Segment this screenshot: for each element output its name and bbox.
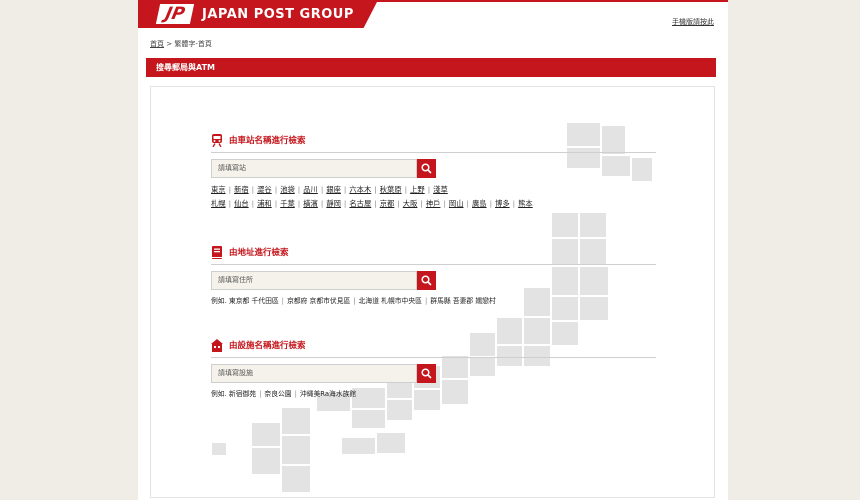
station-link[interactable]: 六本木 bbox=[349, 185, 371, 194]
page: JP JAPAN POST GROUP 手機版請按此 首頁 > 繁體字-首頁 搜… bbox=[138, 0, 728, 500]
separator: | bbox=[427, 185, 431, 194]
separator: | bbox=[374, 199, 377, 208]
station-link[interactable]: 札幌 bbox=[211, 199, 226, 208]
separator: | bbox=[228, 185, 232, 194]
separator: | bbox=[466, 199, 469, 208]
facility-example: 奈良公園 bbox=[264, 390, 292, 398]
address-example: 北海道 札幌市中央區 bbox=[358, 297, 422, 305]
separator: | bbox=[297, 199, 301, 208]
breadcrumb-current: 繁體字-首頁 bbox=[174, 40, 212, 48]
breadcrumb-home[interactable]: 首頁 bbox=[150, 40, 164, 48]
station-link[interactable]: 橫濱 bbox=[303, 199, 318, 208]
search-icon bbox=[421, 163, 432, 174]
station-link[interactable]: 名古屋 bbox=[349, 199, 371, 208]
station-links: 東京 | 新宿 | 澀谷 | 池袋 | 品川 | 銀座 | 六本木 | 秋葉原 | 上野 | 淺草 札幌 | 仙台 | 浦和… bbox=[211, 183, 656, 211]
example-prefix: 例如. bbox=[211, 297, 229, 305]
address-search-input[interactable]: 請填寫住所 bbox=[211, 271, 417, 290]
search-panel: 由車站名稱進行檢索 請填寫站 東京 | 新宿 | 澀谷 | 池袋 | 品川 | 銀座 | 六本木 | 秋葉原… bbox=[150, 86, 715, 498]
station-link[interactable]: 淺草 bbox=[433, 185, 448, 194]
address-examples: 例如. 東京都 千代田區 | 京都府 京都市伏見區 | 北海道 札幌市中央區 | 群馬縣 吾… bbox=[211, 295, 656, 305]
search-icon bbox=[421, 368, 432, 379]
breadcrumb: 首頁 > 繁體字-首頁 bbox=[150, 39, 212, 49]
station-links-row2: 札幌 | 仙台 | 浦和 | 千葉 | 橫濱 | 靜岡 | 名古屋 | 京都 | 大阪 | 神戶 | 岡山 | 廣島 | 博多 |… bbox=[211, 197, 656, 211]
station-link[interactable]: 浦和 bbox=[257, 199, 272, 208]
mobile-version-link[interactable]: 手機版請按此 bbox=[672, 17, 714, 27]
station-link[interactable]: 上野 bbox=[410, 185, 425, 194]
station-link[interactable]: 京都 bbox=[380, 199, 395, 208]
separator: | bbox=[404, 185, 408, 194]
divider bbox=[211, 357, 656, 358]
separator: | bbox=[281, 297, 284, 305]
book-icon bbox=[212, 245, 222, 259]
station-search-button[interactable] bbox=[417, 159, 436, 178]
station-link[interactable]: 銀座 bbox=[326, 185, 341, 194]
separator: | bbox=[297, 185, 301, 194]
separator: | bbox=[228, 199, 232, 208]
separator: | bbox=[320, 199, 324, 208]
station-link[interactable]: 東京 bbox=[211, 185, 226, 194]
separator: | bbox=[251, 185, 255, 194]
address-search-button[interactable] bbox=[417, 271, 436, 290]
facility-search-button[interactable] bbox=[417, 364, 436, 383]
station-link[interactable]: 千葉 bbox=[280, 199, 295, 208]
breadcrumb-separator: > bbox=[166, 40, 173, 48]
separator: | bbox=[343, 185, 347, 194]
station-links-row1: 東京 | 新宿 | 澀谷 | 池袋 | 品川 | 銀座 | 六本木 | 秋葉原 | 上野 | 淺草 bbox=[211, 183, 656, 197]
section-title: 搜尋郵局與ATM bbox=[146, 58, 716, 77]
facility-example: 沖縄美Ra海水族館 bbox=[299, 390, 357, 398]
separator: | bbox=[274, 199, 278, 208]
station-search-input[interactable]: 請填寫站 bbox=[211, 159, 417, 178]
separator: | bbox=[397, 199, 400, 208]
separator: | bbox=[274, 185, 278, 194]
station-link[interactable]: 秋葉原 bbox=[380, 185, 402, 194]
search-icon bbox=[421, 275, 432, 286]
separator: | bbox=[343, 199, 347, 208]
facility-examples: 例如. 新宿御苑 | 奈良公園 | 沖縄美Ra海水族館 bbox=[211, 388, 656, 398]
separator: | bbox=[294, 390, 297, 398]
station-link[interactable]: 靜岡 bbox=[326, 199, 341, 208]
separator: | bbox=[259, 390, 262, 398]
separator: | bbox=[251, 199, 255, 208]
station-link[interactable]: 岡山 bbox=[449, 199, 464, 208]
station-link[interactable]: 神戶 bbox=[426, 199, 441, 208]
separator: | bbox=[489, 199, 493, 208]
station-link[interactable]: 仙台 bbox=[234, 199, 249, 208]
building-icon bbox=[211, 338, 223, 352]
divider bbox=[211, 152, 656, 153]
station-search-section: 由車站名稱進行檢索 請填寫站 東京 | 新宿 | 澀谷 | 池袋 | 品川 | 銀座 | 六本木 | 秋葉原… bbox=[211, 132, 656, 211]
separator: | bbox=[443, 199, 446, 208]
station-link[interactable]: 博多 bbox=[495, 199, 510, 208]
facility-example: 新宿御苑 bbox=[228, 390, 257, 398]
station-link[interactable]: 品川 bbox=[303, 185, 318, 194]
address-search-title: 由地址進行檢索 bbox=[229, 248, 289, 258]
station-link[interactable]: 新宿 bbox=[234, 185, 249, 194]
logo-text: JAPAN POST GROUP bbox=[202, 6, 354, 22]
separator: | bbox=[374, 185, 377, 194]
address-example: 群馬縣 吾妻郡 嬬戀村 bbox=[430, 297, 496, 305]
separator: | bbox=[420, 199, 423, 208]
example-prefix: 例如. bbox=[211, 390, 229, 398]
train-icon bbox=[212, 133, 222, 147]
station-link[interactable]: 澀谷 bbox=[257, 185, 272, 194]
divider bbox=[211, 264, 656, 265]
station-link[interactable]: 熊本 bbox=[518, 199, 533, 208]
separator: | bbox=[320, 185, 324, 194]
station-search-title: 由車站名稱進行檢索 bbox=[229, 136, 306, 146]
facility-search-section: 由設施名稱進行檢索 請填寫設施 例如. 新宿御苑 | 奈良公園 | 沖縄美Ra海水族館 bbox=[211, 337, 656, 398]
jp-logo-mark: JP bbox=[155, 4, 195, 24]
separator: | bbox=[424, 297, 428, 305]
station-link[interactable]: 大阪 bbox=[403, 199, 418, 208]
address-example: 京都府 京都市伏見區 bbox=[286, 297, 351, 305]
address-example: 東京都 千代田區 bbox=[228, 297, 279, 305]
station-link[interactable]: 廣島 bbox=[472, 199, 487, 208]
separator: | bbox=[353, 297, 356, 305]
facility-search-title: 由設施名稱進行檢索 bbox=[229, 341, 306, 351]
separator: | bbox=[512, 199, 516, 208]
facility-search-input[interactable]: 請填寫設施 bbox=[211, 364, 417, 383]
address-search-section: 由地址進行檢索 請填寫住所 例如. 東京都 千代田區 | 京都府 京都市伏見區 | 北海… bbox=[211, 244, 656, 305]
logo[interactable]: JP JAPAN POST GROUP bbox=[138, 0, 378, 28]
station-link[interactable]: 池袋 bbox=[280, 185, 295, 194]
